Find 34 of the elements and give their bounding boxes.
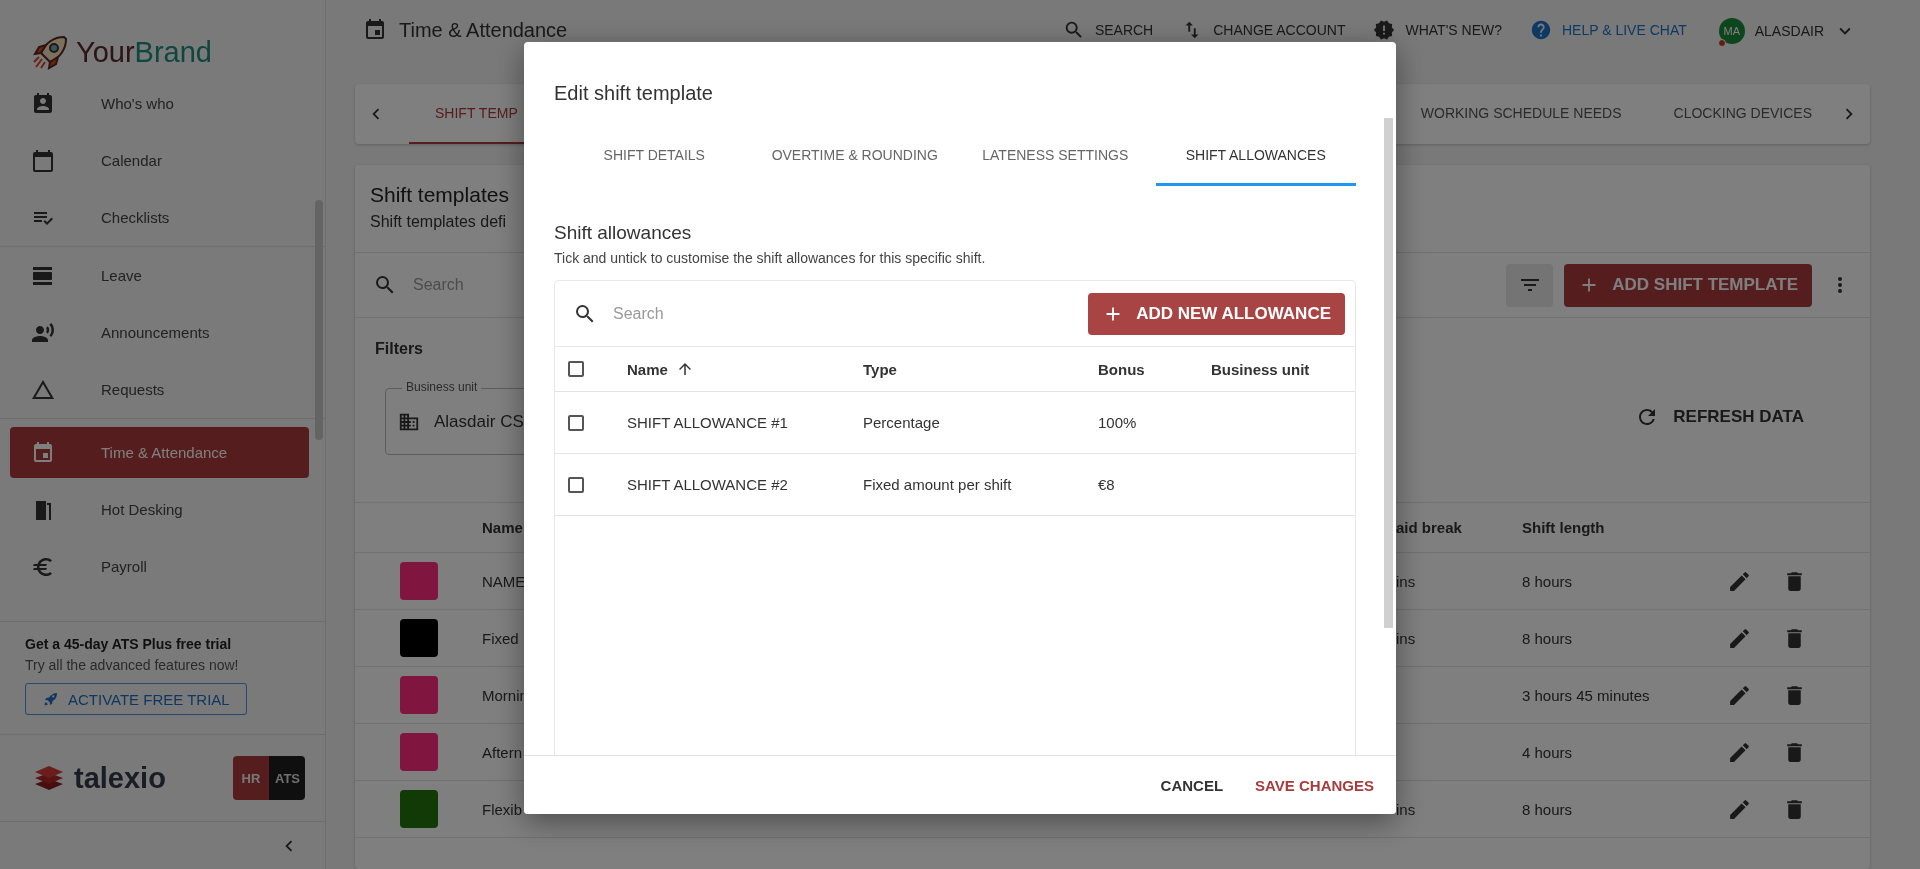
section-heading: Shift allowances (554, 222, 693, 244)
table-cell-text: Flexib (482, 800, 523, 818)
trial-title: Get a 45-day ATS Plus free trial (25, 636, 233, 652)
table-cell-text: Aftern (482, 743, 524, 761)
table-cell-text: 8 hours (1522, 572, 1574, 590)
trial-text: Try all the advanced features now! (25, 657, 240, 673)
page-title: Time & Attendance (399, 18, 568, 42)
table-cell-text: NAME (482, 572, 527, 590)
brand-logo-text: YourBrand (76, 36, 212, 69)
table-cell-text: 3 hours 45 minutes (1522, 686, 1651, 704)
column-header: aid break (1396, 519, 1463, 536)
table-cell: ins (1396, 629, 1416, 647)
filters-heading: Filters (375, 340, 424, 358)
table-cell-text: €8 (1098, 476, 1116, 493)
table-cell-text: SHIFT ALLOWANCE #2 (627, 476, 789, 493)
column-header: Name (482, 519, 524, 536)
section-description: Tick and untick to customise the shift allowances for this specific shift. (554, 250, 987, 266)
avatar: MA (1718, 18, 1745, 44)
table-cell-text: Fixed (482, 629, 520, 647)
card-subtitle: Shift templates defi (370, 213, 507, 231)
table-cell-text: 8 hours (1522, 629, 1574, 647)
field-label: Business unit (402, 380, 482, 394)
table-cell-text: 8 hours (1522, 800, 1574, 818)
table-cell-text: 100% (1098, 414, 1138, 431)
column-header: Shift length (1522, 519, 1606, 536)
table-cell-text: SHIFT ALLOWANCE #1 (627, 414, 789, 431)
card-title: Shift templates (370, 183, 509, 207)
table-cell-text: Percentage (863, 414, 941, 431)
product-logo-text: talexio (74, 761, 166, 795)
table-cell: ins (1396, 800, 1416, 818)
table-cell-text: 4 hours (1522, 743, 1574, 761)
dialog-title: Edit shift template (554, 82, 714, 106)
table-cell-text: Fixed amount per shift (863, 476, 1013, 493)
table-cell: ins (1396, 572, 1416, 590)
